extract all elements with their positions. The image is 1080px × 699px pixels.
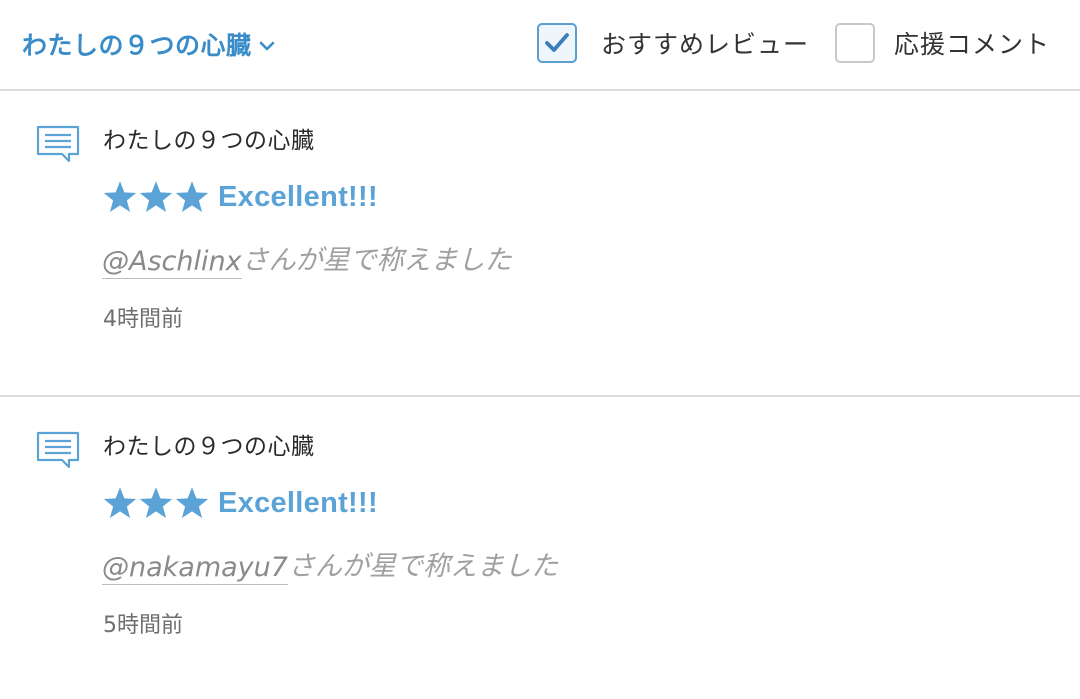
star-icon (139, 181, 173, 212)
feed-item[interactable]: わたしの９つの心臓 Excellent!!! @Aschlinx さんが星で称えま… (0, 91, 1080, 397)
timestamp: 5時間前 (103, 613, 183, 638)
work-select-dropdown[interactable]: わたしの９つの心臓 (22, 24, 277, 64)
work-title-link[interactable]: わたしの９つの心臓 (103, 427, 315, 461)
work-title-link[interactable]: わたしの９つの心臓 (103, 121, 315, 155)
rating-text: Excellent!!! (218, 486, 378, 519)
star-icon (175, 181, 209, 212)
filter-header: わたしの９つの心臓 おすすめレビュー 応援コメント (0, 0, 1080, 91)
star-icon (175, 487, 209, 518)
comment-icon (36, 431, 80, 469)
star-rating (102, 179, 210, 215)
recommended-reviews-checkbox[interactable] (537, 23, 577, 63)
rating-row: Excellent!!! (102, 481, 378, 525)
checkmark-icon (545, 33, 569, 52)
rating-text: Excellent!!! (218, 180, 378, 213)
comment-icon (36, 125, 80, 163)
user-link[interactable]: @nakamayu7 (102, 552, 288, 585)
cheer-comments-label: 応援コメント (894, 30, 1051, 59)
user-link[interactable]: @Aschlinx (102, 246, 242, 279)
star-rating (102, 485, 210, 521)
chevron-down-icon (259, 41, 274, 51)
star-icon (139, 487, 173, 518)
work-select-label: わたしの９つの心臓 (22, 31, 252, 60)
feed-item[interactable]: わたしの９つの心臓 Excellent!!! @nakamayu7 さんが星で称え… (0, 397, 1080, 699)
praise-line: @Aschlinx さんが星で称えました (102, 239, 512, 279)
recommended-reviews-label: おすすめレビュー (601, 30, 810, 59)
cheer-comments-checkbox[interactable] (835, 23, 875, 63)
filter-cheer-comments[interactable]: 応援コメント (835, 21, 1050, 65)
praise-line: @nakamayu7 さんが星で称えました (102, 545, 558, 585)
star-icon (103, 487, 137, 518)
timestamp: 4時間前 (103, 307, 183, 332)
praise-text: さんが星で称えました (287, 551, 558, 582)
rating-row: Excellent!!! (102, 175, 378, 219)
praise-text: さんが星で称えました (241, 245, 512, 276)
filter-recommended-reviews[interactable]: おすすめレビュー (537, 21, 809, 65)
star-icon (103, 181, 137, 212)
